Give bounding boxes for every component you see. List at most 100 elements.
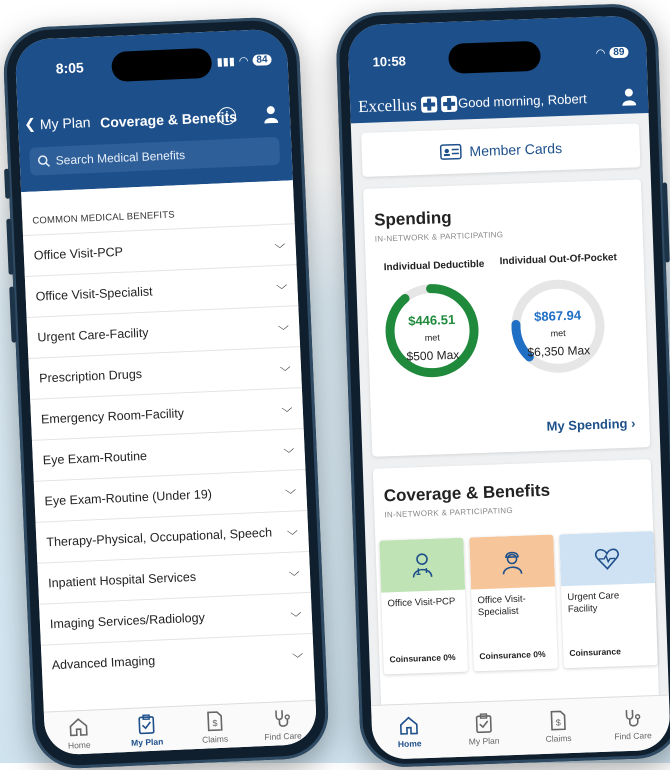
- volume-up-button: [6, 218, 14, 275]
- dynamic-island: [448, 40, 542, 74]
- benefit-label: Office Visit-Specialist: [35, 284, 153, 304]
- benefit-label: Therapy-Physical, Occupational, Speech: [46, 525, 273, 550]
- profile-icon[interactable]: [622, 87, 637, 106]
- search-input[interactable]: Search Medical Benefits: [29, 136, 281, 176]
- status-icons: ◠ 89: [595, 46, 629, 60]
- specialist-icon: [502, 551, 523, 575]
- claims-document-icon: $: [550, 710, 567, 731]
- tab-my-plan[interactable]: My Plan: [446, 701, 522, 759]
- app-header: 8:05 ▮▮▮ ◠ 84 ❮ My Plan Coverage & Benef…: [14, 28, 293, 193]
- tab-claims[interactable]: $ Claims: [180, 704, 250, 751]
- claims-document-icon: $: [207, 710, 223, 731]
- tile-name: Urgent Care Facility: [567, 590, 620, 616]
- tile-coinsurance: Coinsurance: [569, 646, 622, 659]
- tab-label: Home: [397, 738, 422, 750]
- tab-label: Home: [67, 739, 91, 751]
- benefit-label: Office Visit-PCP: [33, 244, 124, 263]
- oop-label: Individual Out-Of-Pocket: [499, 252, 618, 268]
- tile-office-visit-pcp[interactable]: Office Visit-PCP Coinsurance 0%: [379, 537, 468, 675]
- stethoscope-icon: [275, 709, 290, 727]
- benefit-label: Urgent Care-Facility: [37, 325, 149, 345]
- home-icon: [69, 717, 88, 736]
- tab-my-plan[interactable]: My Plan: [112, 707, 182, 754]
- coverage-card: Coverage & Benefits IN-NETWORK & PARTICI…: [372, 459, 660, 709]
- benefits-list: COMMON MEDICAL BENEFITS Office Visit-PCP…: [21, 180, 316, 712]
- chevron-down-icon: ⌵: [282, 442, 295, 456]
- tile-header: [559, 531, 655, 587]
- left-phone: 8:05 ▮▮▮ ◠ 84 ❮ My Plan Coverage & Benef…: [1, 15, 331, 770]
- home-icon: [400, 716, 419, 735]
- tab-home[interactable]: Home: [44, 710, 114, 756]
- tab-home[interactable]: Home: [371, 703, 447, 760]
- member-cards-button[interactable]: Member Cards: [361, 123, 641, 177]
- tile-name: Office Visit-PCP: [387, 596, 456, 610]
- benefit-label: Inpatient Hospital Services: [47, 569, 197, 591]
- chevron-down-icon: ⌵: [288, 565, 300, 579]
- shield-logo-icon: [440, 95, 457, 113]
- status-icons: ▮▮▮ ◠ 84: [216, 53, 272, 68]
- tile-header: [379, 537, 466, 593]
- tab-find-care[interactable]: Find Care: [248, 701, 318, 748]
- tab-label: My Plan: [130, 735, 164, 748]
- left-screen: 8:05 ▮▮▮ ◠ 84 ❮ My Plan Coverage & Benef…: [14, 28, 318, 756]
- app-header: 10:58 ◠ 89 Excellus Good morning, Robert: [347, 15, 649, 124]
- clipboard-check-icon: [138, 713, 155, 734]
- chevron-down-icon: ⌵: [273, 238, 286, 251]
- brand-logo: Excellus: [358, 94, 457, 117]
- oop-gauge[interactable]: $867.94 met $6,350 Max: [508, 277, 607, 376]
- benefit-label: Eye Exam-Routine: [42, 448, 148, 468]
- chevron-down-icon: ⌵: [277, 320, 289, 333]
- spending-subtitle: IN-NETWORK & PARTICIPATING: [374, 230, 504, 244]
- back-button[interactable]: ❮ My Plan: [24, 113, 91, 133]
- nav-bar: ❮ My Plan Coverage & Benefits i: [18, 100, 291, 138]
- member-cards-label: Member Cards: [469, 140, 563, 160]
- status-time: 10:58: [372, 53, 407, 70]
- cross-logo-icon: [420, 96, 437, 113]
- chevron-down-icon: ⌵: [279, 361, 291, 374]
- benefit-label: Advanced Imaging: [51, 653, 156, 673]
- battery-icon: 89: [609, 46, 629, 59]
- tile-coinsurance: Coinsurance 0%: [389, 652, 456, 665]
- doctor-icon: [412, 553, 433, 578]
- status-bar: 10:58 ◠ 89: [348, 40, 647, 75]
- profile-icon[interactable]: [264, 105, 279, 124]
- mute-switch: [4, 168, 11, 199]
- chevron-down-icon: ⌵: [286, 524, 298, 538]
- tile-coinsurance: Coinsurance 0%: [479, 648, 546, 662]
- stethoscope-icon: [625, 709, 641, 727]
- tile-name: Office Visit-Specialist: [477, 593, 526, 619]
- clipboard-check-icon: [475, 713, 492, 734]
- svg-text:$: $: [212, 718, 217, 728]
- benefit-label: Imaging Services/Radiology: [49, 610, 206, 632]
- status-bar: 8:05 ▮▮▮ ◠ 84: [15, 47, 288, 83]
- battery-icon: 84: [252, 54, 272, 66]
- chevron-down-icon: ⌵: [280, 402, 293, 415]
- tab-label: Claims: [545, 733, 572, 744]
- tile-urgent-care-facility[interactable]: Urgent Care Facility Coinsurance: [559, 531, 658, 669]
- my-spending-link[interactable]: My Spending ›: [546, 416, 635, 434]
- wifi-icon: ◠: [238, 55, 249, 68]
- page-title: Coverage & Benefits: [99, 108, 238, 131]
- back-label: My Plan: [39, 113, 91, 132]
- chevron-left-icon: ❮: [23, 115, 37, 132]
- wifi-icon: ◠: [595, 47, 606, 60]
- tab-bar: Home My Plan $ Claims Find Care: [371, 694, 670, 760]
- tile-office-visit-specialist[interactable]: Office Visit-Specialist Coinsurance 0%: [469, 534, 558, 672]
- search-placeholder: Search Medical Benefits: [55, 147, 186, 168]
- deductible-label: Individual Deductible: [383, 258, 485, 274]
- coverage-subtitle: IN-NETWORK & PARTICIPATING: [384, 505, 514, 520]
- right-phone: 10:58 ◠ 89 Excellus Good morning, Robert: [334, 2, 670, 769]
- power-button: [662, 182, 670, 263]
- tab-claims[interactable]: $ Claims: [520, 698, 596, 756]
- tab-label: Find Care: [264, 729, 302, 742]
- benefit-label: Eye Exam-Routine (Under 19): [44, 487, 213, 509]
- tab-find-care[interactable]: Find Care: [594, 696, 670, 754]
- volume-down-button: [9, 286, 17, 343]
- search-icon: [37, 155, 51, 167]
- spending-card: Spending IN-NETWORK & PARTICIPATING Indi…: [363, 179, 651, 457]
- tab-label: My Plan: [468, 735, 500, 747]
- spending-title: Spending: [373, 207, 452, 230]
- brand-name: Excellus: [357, 95, 418, 117]
- dynamic-island: [111, 47, 213, 83]
- deductible-gauge[interactable]: $446.51 met $500 Max: [382, 281, 481, 380]
